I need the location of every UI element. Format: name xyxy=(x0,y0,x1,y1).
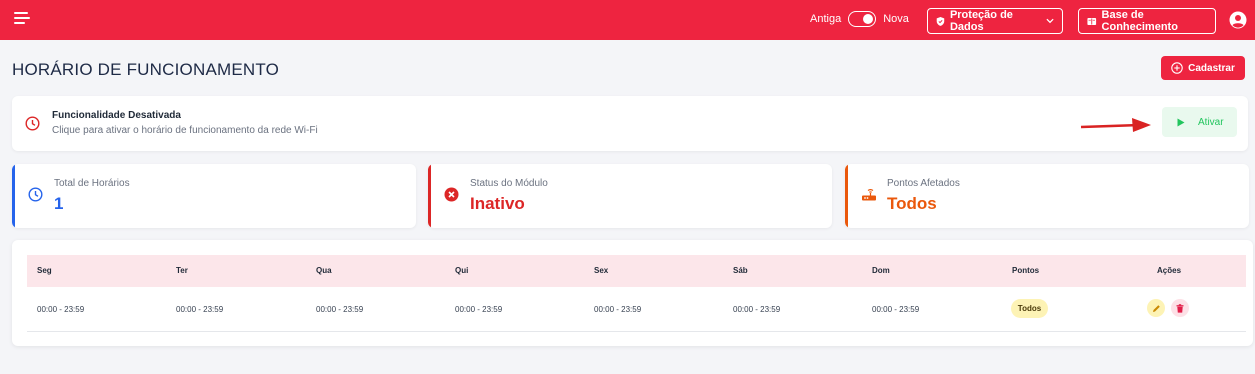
table-row: 00:00 - 23:59 00:00 - 23:59 00:00 - 23:5… xyxy=(27,288,1246,332)
column-header-sab: Sáb xyxy=(733,266,748,275)
knowledge-base-button[interactable]: Base de Conhecimento xyxy=(1078,8,1216,34)
activate-button-label: Ativar xyxy=(1198,116,1224,128)
clock-icon xyxy=(25,116,40,131)
card-value: Inativo xyxy=(470,194,525,213)
top-bar: Antiga Nova Proteção de Dados Base de Co… xyxy=(0,0,1255,40)
register-button-label: Cadastrar xyxy=(1188,62,1235,74)
arrow-right-icon xyxy=(1080,118,1151,132)
column-header-seg: Seg xyxy=(37,266,52,275)
cell-sab: 00:00 - 23:59 xyxy=(733,305,781,314)
version-toggle[interactable] xyxy=(848,11,877,27)
cell-sex: 00:00 - 23:59 xyxy=(594,305,642,314)
page-title: HORÁRIO DE FUNCIONAMENTO xyxy=(12,60,280,79)
card-value: 1 xyxy=(54,194,64,213)
card-label: Status do Módulo xyxy=(470,178,548,189)
cell-qui: 00:00 - 23:59 xyxy=(455,305,503,314)
card-value: Todos xyxy=(887,194,937,213)
register-button[interactable]: Cadastrar xyxy=(1161,56,1245,80)
table-header: Seg Ter Qua Qui Sex Sáb Dom Pontos Ações xyxy=(27,255,1246,287)
cell-qua: 00:00 - 23:59 xyxy=(316,305,364,314)
cell-ter: 00:00 - 23:59 xyxy=(176,305,224,314)
router-icon xyxy=(862,189,876,201)
shield-icon xyxy=(936,16,945,26)
edit-button[interactable] xyxy=(1147,299,1165,317)
toggle-label-new: Nova xyxy=(883,13,909,25)
card-label: Pontos Afetados xyxy=(887,178,960,189)
card-accent-bar xyxy=(845,164,848,228)
column-header-pontos: Pontos xyxy=(1012,266,1040,275)
play-icon xyxy=(1177,118,1185,126)
book-icon xyxy=(1087,17,1097,25)
plus-circle-icon xyxy=(1171,62,1183,74)
menu-icon[interactable] xyxy=(14,12,30,28)
column-header-acoes: Ações xyxy=(1157,266,1182,275)
banner-title: Funcionalidade Desativada xyxy=(52,110,181,121)
user-account-icon[interactable] xyxy=(1229,11,1247,29)
banner-subtitle: Clique para ativar o horário de funciona… xyxy=(52,125,318,136)
version-toggle-group: Antiga Nova xyxy=(810,11,909,27)
stat-card-status: Status do Módulo Inativo xyxy=(428,164,832,228)
column-header-qui: Qui xyxy=(455,266,469,275)
stat-card-total: Total de Horários 1 xyxy=(12,164,416,228)
schedule-table-panel: Seg Ter Qua Qui Sex Sáb Dom Pontos Ações… xyxy=(12,240,1253,346)
pencil-icon xyxy=(1152,304,1160,312)
cell-seg: 00:00 - 23:59 xyxy=(37,305,85,314)
delete-button[interactable] xyxy=(1171,299,1189,317)
card-accent-bar xyxy=(12,164,15,228)
trash-icon xyxy=(1176,303,1184,313)
data-protection-label: Proteção de Dados xyxy=(949,9,1013,33)
stat-card-points: Pontos Afetados Todos xyxy=(845,164,1249,228)
toggle-knob xyxy=(863,13,874,24)
column-header-sex: Sex xyxy=(594,266,609,275)
data-protection-button[interactable]: Proteção de Dados xyxy=(927,8,1063,34)
card-label: Total de Horários xyxy=(54,178,130,189)
column-header-ter: Ter xyxy=(176,266,188,275)
column-header-dom: Dom xyxy=(872,266,890,275)
column-header-qua: Qua xyxy=(316,266,332,275)
status-banner: Funcionalidade Desativada Clique para at… xyxy=(12,96,1248,151)
points-badge: Todos xyxy=(1011,299,1048,318)
activate-button[interactable]: Ativar xyxy=(1162,107,1237,137)
card-accent-bar xyxy=(428,164,431,228)
x-circle-icon xyxy=(444,187,459,202)
clock-icon xyxy=(28,187,43,202)
chevron-down-icon xyxy=(1046,18,1054,24)
toggle-label-old: Antiga xyxy=(810,13,842,25)
cell-dom: 00:00 - 23:59 xyxy=(872,305,920,314)
knowledge-base-label: Base de Conhecimento xyxy=(1101,9,1178,33)
